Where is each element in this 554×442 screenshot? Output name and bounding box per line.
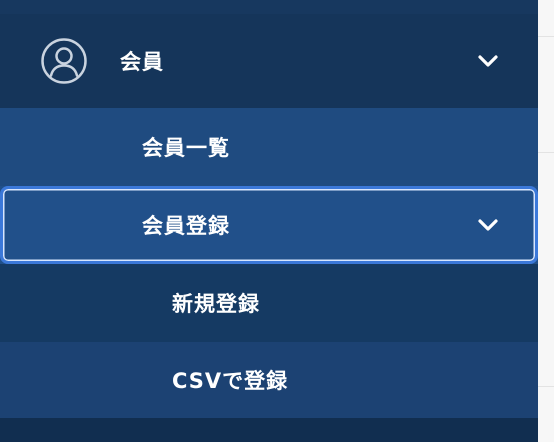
screen: 会員 会員一覧 会員登録 新規登録 CSVで登録	[0, 0, 554, 442]
sidebar-subitem-new-registration[interactable]: 新規登録	[0, 264, 538, 342]
chevron-down-icon[interactable]	[477, 218, 499, 232]
divider	[538, 36, 554, 37]
sidebar-item-member-list[interactable]: 会員一覧	[0, 108, 538, 186]
sidebar-nav: 会員 会員一覧 会員登録 新規登録 CSVで登録	[0, 0, 538, 442]
divider	[538, 386, 554, 387]
user-circle-icon	[41, 38, 87, 84]
divider	[538, 152, 554, 153]
chevron-down-icon[interactable]	[477, 54, 499, 68]
sidebar-top-strip	[0, 0, 538, 14]
focus-ring	[0, 186, 538, 264]
content-area-edge	[538, 0, 554, 442]
sidebar-next-section	[0, 418, 538, 442]
sidebar-item-members[interactable]: 会員	[0, 14, 538, 108]
sidebar-item-label: 会員	[120, 50, 164, 74]
sidebar-subitem-csv-registration[interactable]: CSVで登録	[0, 342, 538, 418]
sidebar-item-label: 会員一覧	[142, 136, 230, 160]
sidebar-subitem-label: 新規登録	[172, 292, 260, 316]
sidebar-item-label: 会員登録	[142, 214, 230, 238]
sidebar-subitem-label: CSVで登録	[172, 369, 289, 393]
sidebar-item-member-registration[interactable]: 会員登録	[0, 186, 538, 264]
